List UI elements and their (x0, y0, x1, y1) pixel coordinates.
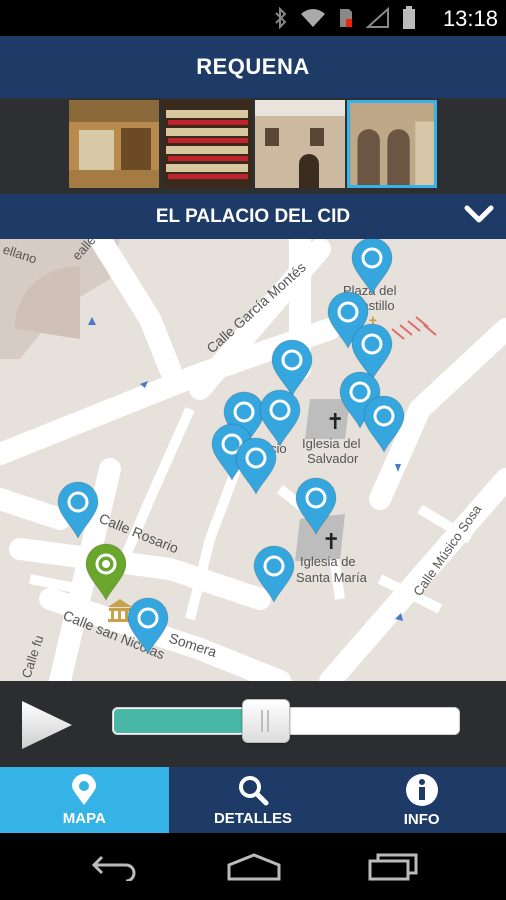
audio-player (0, 681, 506, 767)
back-icon[interactable] (90, 853, 138, 881)
sim-icon (340, 9, 352, 27)
bluetooth-icon (275, 7, 287, 29)
thumbnail-museum-interior[interactable] (69, 100, 159, 188)
slider-handle[interactable] (242, 699, 290, 743)
landmark-label: Santa María (296, 570, 368, 585)
map-pin-icon (72, 773, 97, 805)
church-icon: ✝ (322, 529, 340, 554)
system-nav-bar (0, 833, 506, 900)
page-title: REQUENA (196, 54, 310, 79)
info-icon (405, 773, 438, 806)
wifi-icon (301, 9, 325, 27)
battery-icon (403, 6, 415, 29)
thumbnail-wine-bottles[interactable] (162, 100, 252, 188)
signal-icon (366, 7, 389, 28)
tab-info[interactable]: INFO (337, 767, 506, 833)
thumbnail-stone-arches[interactable] (347, 100, 437, 188)
map-view[interactable]: ✝ ✝ Calle García Montés Calle Rosario Ca… (0, 239, 506, 681)
search-icon (239, 775, 269, 805)
photo-gallery (0, 98, 506, 194)
clock: 13:18 (442, 6, 498, 31)
tab-label: MAPA (62, 809, 106, 827)
tab-label: INFO (403, 810, 440, 828)
chevron-down-icon[interactable] (464, 202, 494, 226)
tab-detalles[interactable]: DETALLES (169, 767, 338, 833)
church-icon: ✝ (326, 409, 344, 434)
status-bar: 13:18 (0, 0, 506, 36)
progress-slider[interactable] (112, 699, 460, 743)
landmark-label: Iglesia de (300, 554, 356, 569)
landmark-label: Salvador (307, 451, 359, 466)
tab-label: DETALLES (213, 809, 293, 827)
play-button[interactable] (18, 699, 74, 751)
thumbnail-stone-facade[interactable] (255, 100, 345, 188)
bottom-tab-bar: MAPA DETALLES INFO (0, 767, 506, 833)
home-icon[interactable] (226, 853, 282, 881)
recent-apps-icon[interactable] (368, 853, 420, 881)
place-title-bar[interactable]: EL PALACIO DEL CID (0, 194, 506, 239)
app-header: REQUENA (0, 36, 506, 98)
landmark-label: Iglesia del (302, 436, 361, 451)
place-title: EL PALACIO DEL CID (155, 205, 351, 227)
tab-mapa[interactable]: MAPA (0, 767, 169, 833)
